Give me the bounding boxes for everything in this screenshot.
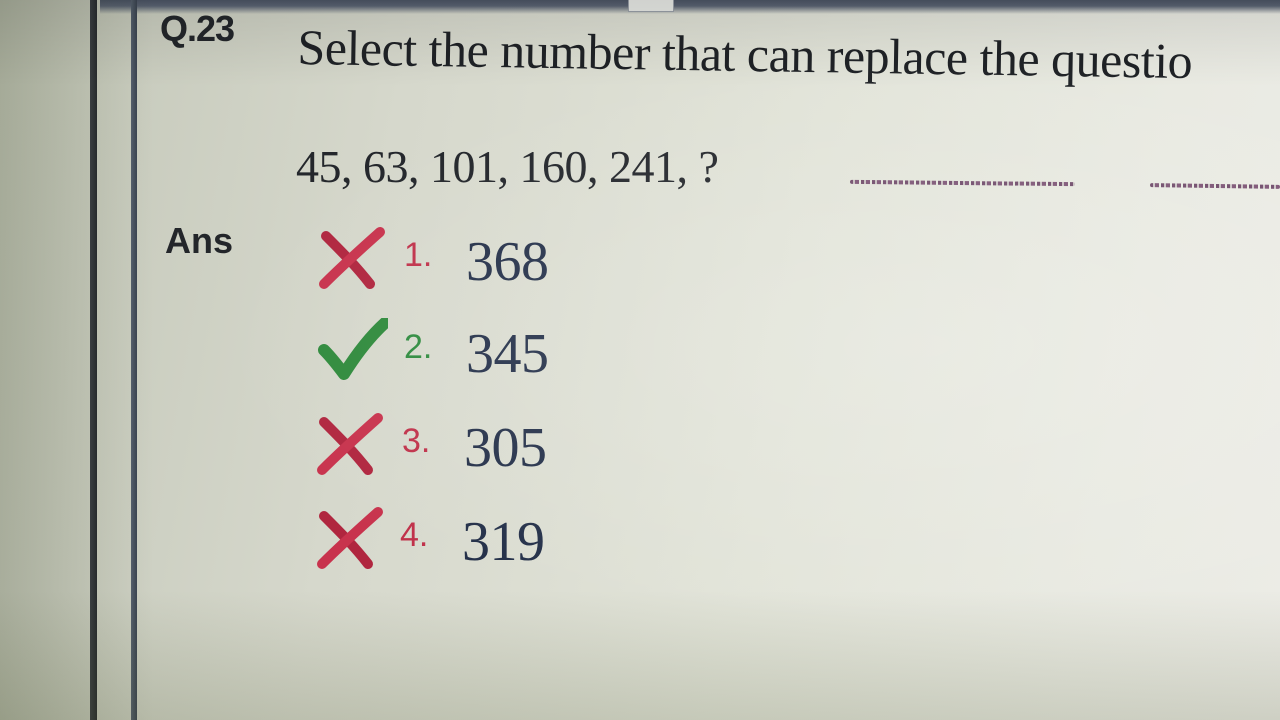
question-text: Select the number that can replace the q… <box>297 18 1193 90</box>
option-number: 2. <box>404 328 433 366</box>
option-value: 368 <box>466 231 549 293</box>
option-number: 1. <box>404 236 433 274</box>
answer-option-3: 3. 305 <box>317 412 718 492</box>
number-sequence: 45, 63, 101, 160, 241, ? <box>296 141 719 192</box>
answer-option-1: 1. 368 <box>318 226 718 306</box>
pen-scribble <box>1149 183 1280 189</box>
cross-icon <box>317 507 383 569</box>
answer-option-4: 4. 319 <box>317 506 718 586</box>
option-number: 4. <box>400 516 429 554</box>
question-column-border <box>131 0 137 720</box>
window-top-edge <box>100 0 1280 14</box>
option-value: 345 <box>466 323 549 385</box>
option-value: 305 <box>464 417 547 479</box>
screen: Q.23 Select the number that can replace … <box>0 0 1280 720</box>
check-icon <box>318 318 388 380</box>
answer-option-2: 2. 345 <box>318 318 718 398</box>
question-number: Q.23 <box>160 8 235 49</box>
window-top-tab <box>628 0 674 12</box>
cross-icon <box>319 227 385 289</box>
option-number: 3. <box>402 422 431 460</box>
option-value: 319 <box>462 511 545 573</box>
cross-icon <box>317 413 383 475</box>
answer-label: Ans <box>165 220 234 261</box>
pen-scribble <box>849 179 1076 187</box>
left-frame-border <box>90 0 97 720</box>
